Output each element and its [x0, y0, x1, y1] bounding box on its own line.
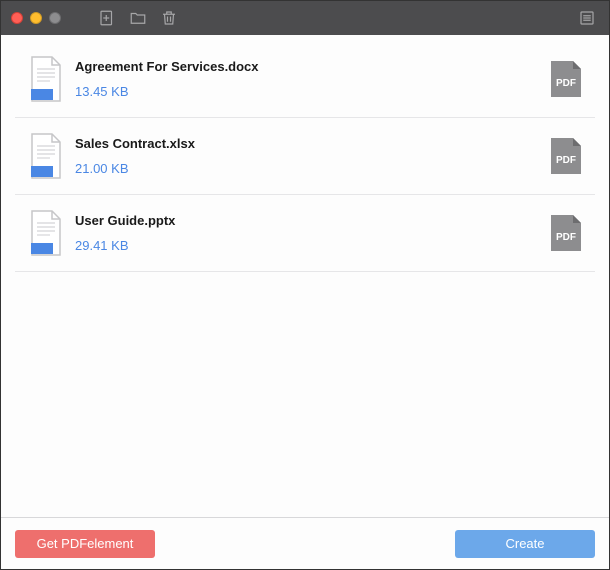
file-name: Sales Contract.xlsx — [75, 136, 541, 151]
close-window-button[interactable] — [11, 12, 23, 24]
svg-text:PDF: PDF — [556, 78, 576, 89]
document-icon — [17, 209, 75, 257]
add-file-icon[interactable] — [97, 8, 117, 28]
document-icon — [17, 132, 75, 180]
file-list: Agreement For Services.docx 13.45 KB PDF — [1, 35, 609, 517]
footer: Get PDFelement Create — [1, 517, 609, 569]
file-row[interactable]: User Guide.pptx 29.41 KB PDF — [15, 195, 595, 272]
trash-icon[interactable] — [159, 8, 179, 28]
svg-text:PDF: PDF — [556, 232, 576, 243]
maximize-window-button[interactable] — [49, 12, 61, 24]
file-name: User Guide.pptx — [75, 213, 541, 228]
pdf-target-icon: PDF — [541, 213, 591, 253]
list-icon[interactable] — [577, 8, 597, 28]
file-size: 13.45 KB — [75, 84, 541, 99]
create-button[interactable]: Create — [455, 530, 595, 558]
titlebar — [1, 1, 609, 35]
file-row[interactable]: Sales Contract.xlsx 21.00 KB PDF — [15, 118, 595, 195]
file-size: 21.00 KB — [75, 161, 541, 176]
pdf-target-icon: PDF — [541, 59, 591, 99]
minimize-window-button[interactable] — [30, 12, 42, 24]
folder-icon[interactable] — [128, 8, 148, 28]
file-size: 29.41 KB — [75, 238, 541, 253]
file-name: Agreement For Services.docx — [75, 59, 541, 74]
get-pdfelement-button[interactable]: Get PDFelement — [15, 530, 155, 558]
svg-text:PDF: PDF — [556, 155, 576, 166]
document-icon — [17, 55, 75, 103]
pdf-target-icon: PDF — [541, 136, 591, 176]
file-row[interactable]: Agreement For Services.docx 13.45 KB PDF — [15, 41, 595, 118]
